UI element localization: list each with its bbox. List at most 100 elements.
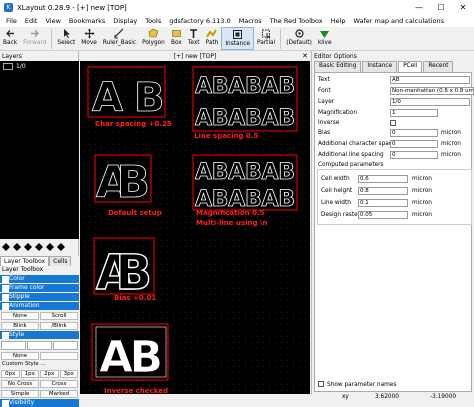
inverse-checkbox[interactable] <box>390 120 396 126</box>
menu-edit[interactable]: Edit <box>21 17 42 25</box>
menu-macros[interactable]: Macros <box>235 17 266 25</box>
computed-parameters-group: Cell width 0.6 micron Cell height 0.8 mi… <box>317 169 472 225</box>
partial-tool[interactable]: Partial <box>254 27 278 50</box>
tab-pcell[interactable]: PCell <box>398 61 423 72</box>
editor-options-panel: Editor Options Basic Editing Instance PC… <box>311 51 474 394</box>
animation-scroll-button[interactable]: Scroll <box>40 312 78 320</box>
klive-button[interactable]: klive <box>315 27 335 50</box>
animation-options-row1: None Scroll <box>0 311 79 321</box>
cross-button[interactable]: Cross <box>40 380 78 388</box>
text-tool[interactable]: Text <box>185 27 203 50</box>
layer-action-icon[interactable] <box>57 243 65 251</box>
visibility-section[interactable]: Visibility <box>0 399 79 407</box>
select-tool[interactable]: Select <box>54 27 78 50</box>
marked-button[interactable]: Marked <box>40 390 78 398</box>
polygon-tool[interactable]: Polygon <box>139 27 168 50</box>
style-none-button[interactable]: None <box>1 352 39 360</box>
line-spacing-unit: micron <box>441 152 461 158</box>
move-tool[interactable]: Move <box>78 27 100 50</box>
close-button[interactable]: ✕ <box>452 3 474 12</box>
frame-color-section[interactable]: Frame color <box>0 284 79 292</box>
animation-iblink-button[interactable]: /Blink <box>40 322 78 330</box>
char-spacing-input[interactable]: 0 <box>390 140 438 148</box>
text-input[interactable]: AB <box>390 76 470 84</box>
width-3px-button[interactable]: 3px <box>59 370 78 378</box>
path-tool[interactable]: Path <box>203 27 222 50</box>
tab-instance[interactable]: Instance <box>362 61 398 72</box>
cell-tab-title: [+] new [TOP] <box>173 52 217 60</box>
ruler-tool[interactable]: Ruler_Basic <box>100 27 139 50</box>
style-swatch-button[interactable] <box>40 352 78 360</box>
style-section[interactable]: Style <box>0 331 79 339</box>
layer-item[interactable]: 1/0 <box>0 61 79 71</box>
tab-basic-editing[interactable]: Basic Editing <box>314 61 362 72</box>
maximize-button[interactable]: ☐ <box>430 3 452 12</box>
menu-gdsfactory[interactable]: gdsfactory 6.113.0 <box>165 17 234 25</box>
style-swatch[interactable] <box>53 341 78 350</box>
box-tool[interactable]: Box <box>168 27 185 50</box>
bias-input[interactable]: 0 <box>390 129 438 137</box>
label-bias: Bias +0.01 <box>114 294 157 302</box>
design-raster-input[interactable]: 0.05 <box>358 211 408 219</box>
custom-style-link[interactable]: Custom Style ... <box>0 361 79 369</box>
cell-tab[interactable]: [+] new [TOP] ✕ <box>80 51 310 61</box>
polygon-icon <box>148 28 159 38</box>
animation-blink-button[interactable]: Blink <box>1 322 39 330</box>
layer-action-icon[interactable] <box>13 243 21 251</box>
font-select[interactable]: Non-manhattan (0.6 x 0.8 um cell) <box>390 87 474 95</box>
box-icon <box>172 30 181 37</box>
width-2px-button[interactable]: 2px <box>40 370 59 378</box>
back-button[interactable]: Back <box>0 27 20 50</box>
tab-cells[interactable]: Cells <box>49 256 72 266</box>
stipple-section[interactable]: Stipple <box>0 293 79 301</box>
no-cross-button[interactable]: No Cross <box>1 380 39 388</box>
show-parameter-names-label: Show parameter names <box>327 381 397 388</box>
menu-wafer-map[interactable]: Wafer map and calculations <box>349 17 448 25</box>
minimize-button[interactable]: — <box>408 3 430 12</box>
menu-tools[interactable]: Tools <box>141 17 165 25</box>
layers-panel: Layers 1/0 <box>0 51 79 256</box>
color-section[interactable]: Color <box>0 275 79 283</box>
animation-section[interactable]: Animation <box>0 302 79 310</box>
menu-display[interactable]: Display <box>109 17 141 25</box>
menu-bookmarks[interactable]: Bookmarks <box>65 17 109 25</box>
menu-file[interactable]: File <box>2 17 21 25</box>
style-swatch[interactable] <box>1 341 26 350</box>
label-magnification: Magnification 0.5 <box>196 209 265 217</box>
status-x-coordinate: 3.62000 <box>375 394 399 400</box>
cell-width-input[interactable]: 0.6 <box>358 175 408 183</box>
cell-height-unit: micron <box>412 188 432 194</box>
animation-none-button[interactable]: None <box>1 312 39 320</box>
char-spacing-unit: micron <box>441 141 461 147</box>
style-swatch[interactable] <box>27 341 52 350</box>
line-width-input[interactable]: 0.1 <box>358 199 408 207</box>
width-0px-button[interactable]: 0px <box>1 370 20 378</box>
width-1px-button[interactable]: 1px <box>20 370 39 378</box>
layout-canvas[interactable]: A B ABABAB ABABAB AB ABABAB ABABAB AB AB… <box>80 51 310 402</box>
menu-view[interactable]: View <box>41 17 64 25</box>
tab-layer-toolbox[interactable]: Layer Toolbox <box>0 256 50 266</box>
menu-help[interactable]: Help <box>327 17 350 25</box>
layer-input[interactable]: 1/0 <box>390 98 470 106</box>
default-grid-dropdown[interactable]: (Default) <box>283 27 315 50</box>
layer-list[interactable]: 1/0 <box>0 61 79 239</box>
cursor-icon <box>63 29 70 38</box>
layer-action-icon[interactable] <box>46 243 54 251</box>
layer-action-icon[interactable] <box>35 243 43 251</box>
layer-action-icon[interactable] <box>24 243 32 251</box>
simple-button[interactable]: Simple <box>1 390 39 398</box>
show-parameter-names-checkbox[interactable] <box>318 381 324 387</box>
tab-recent[interactable]: Recent <box>423 61 454 72</box>
forward-button[interactable]: Forward <box>20 27 49 50</box>
cell-height-input[interactable]: 0.8 <box>358 187 408 195</box>
magnification-input[interactable]: 1 <box>390 109 438 117</box>
cell-tab-close-icon[interactable]: ✕ <box>302 52 308 60</box>
editor-options-title: Editor Options <box>312 51 474 61</box>
label-line-spacing: Line spacing 0.5 <box>194 132 259 140</box>
instance-tool[interactable]: Instance <box>221 27 254 50</box>
menu-red-toolbox[interactable]: The Red Toolbox <box>266 17 327 25</box>
move-icon <box>84 28 95 39</box>
layer-action-icon[interactable] <box>2 243 10 251</box>
line-spacing-input[interactable]: 0 <box>390 151 438 159</box>
forward-arrow-icon <box>31 30 40 37</box>
